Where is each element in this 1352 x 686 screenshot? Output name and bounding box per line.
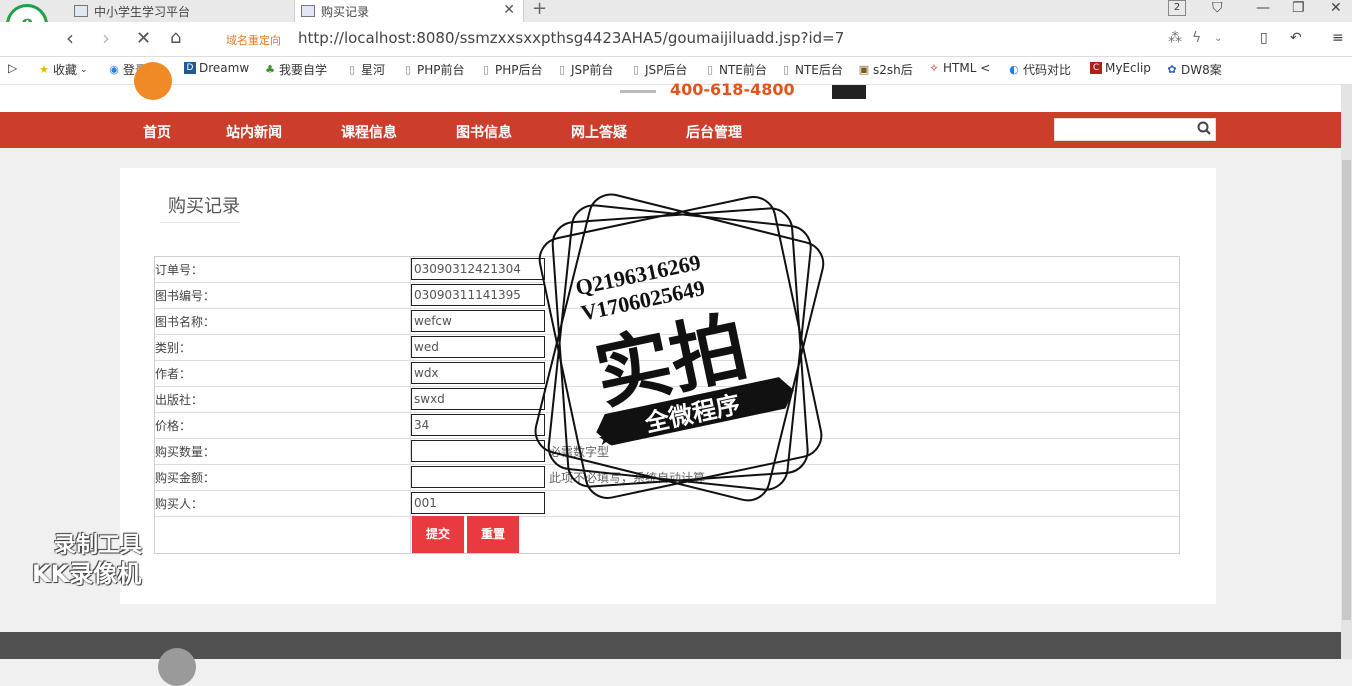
back-icon[interactable]: ‹: [66, 26, 74, 50]
leaf-icon: ♣: [265, 62, 275, 76]
home-icon[interactable]: ⌂: [170, 27, 181, 48]
star-icon: ★: [39, 62, 49, 76]
quantity-label: 购买数量：: [155, 445, 216, 459]
dreamweaver-icon: D: [184, 62, 196, 74]
header-avatar-image: [832, 85, 866, 99]
bookmark-dreamweaver[interactable]: D Dreamw: [184, 61, 249, 75]
reset-button[interactable]: 重置: [467, 516, 519, 553]
bookmark-self-study[interactable]: ♣ 我要自学: [264, 61, 327, 78]
page-icon: ▯: [632, 62, 640, 76]
apps-grid-icon[interactable]: ⁂: [1168, 30, 1182, 46]
search-icon[interactable]: [1196, 120, 1212, 136]
recorder-line1: 录制工具: [54, 533, 143, 558]
scrollbar-thumb[interactable]: [1342, 160, 1351, 620]
bookmark-php-front[interactable]: ▯ PHP前台: [402, 61, 465, 78]
site-logo[interactable]: [134, 62, 172, 100]
bookmark-jsp-front[interactable]: ▯ JSP前台: [556, 61, 613, 78]
category-label: 类别：: [155, 341, 192, 355]
star-icon: ★: [772, 383, 788, 404]
image-icon: ▣: [858, 62, 870, 76]
bookmark-favorites[interactable]: ★ 收藏 ⌄: [38, 61, 88, 78]
bookmark-code-compare[interactable]: ◐ 代码对比: [1008, 61, 1071, 78]
menu-icon[interactable]: ≡: [1332, 30, 1344, 46]
compare-icon: ◐: [1009, 62, 1019, 76]
site-search-input[interactable]: [1054, 118, 1216, 141]
site-footer: [0, 632, 1341, 659]
bookmarks-toggle-icon[interactable]: ▷: [8, 61, 17, 75]
qq-icon: ◉: [109, 62, 119, 76]
order-number-label: 订单号：: [155, 263, 204, 277]
page-title: 购买记录: [168, 196, 240, 217]
submit-button[interactable]: 提交: [412, 516, 464, 553]
close-tab-icon[interactable]: ✕: [503, 2, 515, 18]
forward-icon[interactable]: ›: [102, 26, 110, 50]
title-underline: [160, 222, 240, 223]
new-tab-icon[interactable]: +: [532, 0, 547, 19]
browser-tab-purchase-record[interactable]: 购买记录 ✕: [294, 0, 524, 22]
nav-admin[interactable]: 后台管理: [686, 122, 742, 142]
recorder-watermark: 录制工具 KK录像机: [32, 532, 182, 588]
undo-icon[interactable]: ↶: [1290, 30, 1302, 46]
page-icon: ▯: [558, 62, 566, 76]
page-icon: ▯: [404, 62, 412, 76]
restore-icon[interactable]: ❐: [1292, 0, 1305, 16]
page-icon: ▯: [482, 62, 490, 76]
page-favicon-icon: [301, 5, 315, 17]
phone-icon: [620, 90, 656, 93]
recorder-line2: KK录像机: [32, 560, 142, 588]
url-field[interactable]: http://localhost:8080/ssmzxxsxxpthsg4423…: [298, 29, 844, 47]
nav-news[interactable]: 站内新闻: [226, 122, 282, 142]
tab-count-badge[interactable]: 2: [1168, 0, 1186, 16]
bookmark-nte-front[interactable]: ▯ NTE前台: [704, 61, 767, 78]
tab-label: 购买记录: [321, 4, 370, 19]
page-icon: ▯: [782, 62, 790, 76]
bookmark-html[interactable]: ⟡ HTML <: [928, 61, 990, 75]
price-label: 价格：: [155, 419, 192, 433]
shirt-icon[interactable]: ⛉: [1212, 0, 1223, 16]
nav-books[interactable]: 图书信息: [456, 122, 512, 142]
bookmark-xinghe[interactable]: ▯ 星河: [346, 61, 385, 78]
publisher-label: 出版社：: [155, 393, 204, 407]
lightning-icon[interactable]: ϟ: [1192, 30, 1201, 46]
paw-icon: ✿: [1167, 62, 1177, 76]
page-icon: ▯: [348, 62, 356, 76]
page-favicon-icon: [74, 5, 88, 17]
html-icon: ⟡: [930, 61, 938, 74]
book-id-label: 图书编号：: [155, 289, 216, 303]
buyer-label: 购买人：: [155, 497, 204, 511]
minimize-icon[interactable]: —: [1256, 0, 1270, 16]
bookmark-jsp-back[interactable]: ▯ JSP后台: [630, 61, 687, 78]
stamp-watermark: Q2196316269 V1706025649 实拍 全微程序 ★ ★: [534, 193, 825, 502]
redirect-label: 域名重定向: [226, 34, 281, 47]
close-window-icon[interactable]: ✕: [1330, 0, 1342, 16]
hotline-number: 400-618-4800: [670, 80, 795, 99]
nav-qa[interactable]: 网上答疑: [571, 122, 627, 142]
nav-home[interactable]: 首页: [143, 122, 171, 142]
bookmark-s2sh[interactable]: ▣ s2sh后: [858, 61, 913, 78]
page-icon: ▯: [706, 62, 714, 76]
reader-icon[interactable]: ▯: [1260, 30, 1268, 46]
footer-logo: [158, 648, 196, 686]
author-label: 作者：: [155, 367, 192, 381]
myeclipse-icon: C: [1090, 62, 1102, 74]
star-icon: ★: [598, 429, 614, 450]
bookmark-dw8[interactable]: ✿ DW8案: [1166, 61, 1221, 78]
nav-courses[interactable]: 课程信息: [341, 122, 397, 142]
tab-label: 中小学生学习平台: [94, 4, 191, 19]
table-row-divider: [155, 516, 1179, 517]
bookmark-myeclipse[interactable]: C MyEclip: [1090, 61, 1151, 75]
amount-label: 购买金额：: [155, 471, 216, 485]
stop-icon[interactable]: ✕: [136, 28, 151, 49]
bookmark-php-back[interactable]: ▯ PHP后台: [480, 61, 543, 78]
chevron-down-icon[interactable]: ⌄: [1214, 33, 1222, 44]
book-name-label: 图书名称：: [155, 315, 216, 329]
browser-tab-platform[interactable]: 中小学生学习平台: [68, 0, 294, 22]
bookmark-nte-back[interactable]: ▯ NTE后台: [780, 61, 843, 78]
